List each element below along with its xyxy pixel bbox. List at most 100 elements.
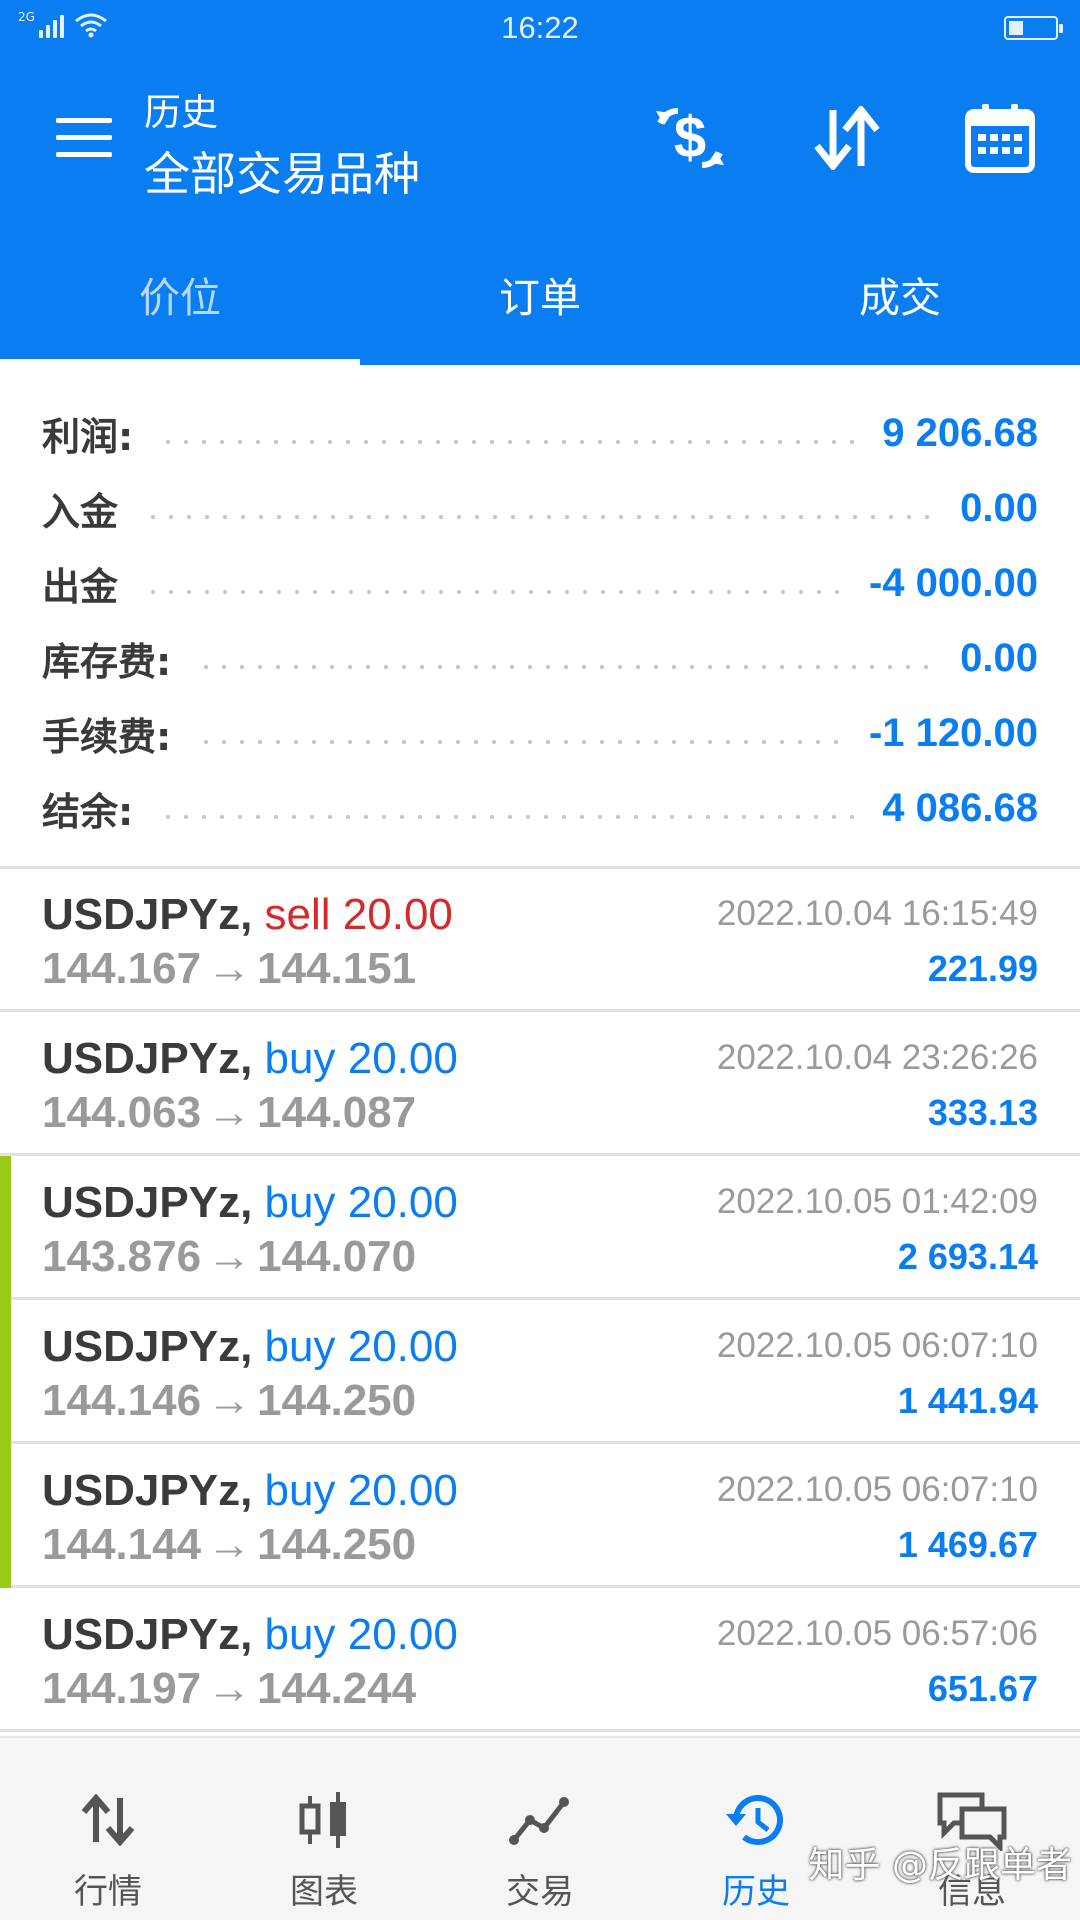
deal-side: buy bbox=[264, 1178, 336, 1227]
menu-icon[interactable] bbox=[56, 118, 112, 158]
nav-trade[interactable]: 交易 bbox=[432, 1738, 648, 1920]
deal-row[interactable]: USDJPYz, buy 20.00 144.146 → 144.250 2022.10… bbox=[0, 1300, 1080, 1444]
trade-line-icon bbox=[508, 1788, 572, 1852]
arrow-right-icon: → bbox=[207, 1664, 252, 1713]
deal-prices: 144.146 → 144.250 bbox=[42, 1376, 416, 1426]
deal-open-price: 144.063 bbox=[42, 1088, 202, 1137]
up-down-arrows-icon bbox=[80, 1788, 136, 1852]
calendar-icon[interactable] bbox=[960, 98, 1040, 178]
summary-value: 0.00 bbox=[960, 636, 1038, 680]
deal-open-price: 144.197 bbox=[42, 1664, 202, 1713]
deal-title: USDJPYz, buy 20.00 bbox=[42, 1178, 458, 1228]
deal-volume: 20.00 bbox=[347, 1466, 458, 1515]
tab-deals[interactable]: 成交 bbox=[720, 222, 1080, 365]
app-bar: 历史 全部交易品种 $ bbox=[0, 58, 1080, 222]
summary-row-swap: 库存费: 0.00 bbox=[0, 621, 1080, 696]
arrow-right-icon: → bbox=[207, 1520, 252, 1569]
summary-label: 利润: bbox=[42, 415, 134, 459]
deal-symbol: USDJPYz, bbox=[42, 1466, 253, 1515]
deal-side: sell bbox=[264, 890, 331, 939]
summary-row-profit: 利润: 9 206.68 bbox=[0, 396, 1080, 471]
nav-label: 图表 bbox=[290, 1872, 358, 1912]
arrow-right-icon: → bbox=[207, 1376, 252, 1425]
deal-profit: 1 469.67 bbox=[897, 1524, 1038, 1565]
summary-row-commission: 手续费: -1 120.00 bbox=[0, 696, 1080, 771]
deal-time: 2022.10.05 01:42:09 bbox=[716, 1182, 1038, 1221]
page-title: 历史 bbox=[144, 91, 218, 134]
summary-value: 4 086.68 bbox=[882, 786, 1038, 830]
deal-volume: 20.00 bbox=[342, 890, 453, 939]
nav-messages[interactable]: 信息 bbox=[864, 1738, 1080, 1920]
deal-open-price: 143.876 bbox=[42, 1232, 202, 1281]
deal-time: 2022.10.04 23:26:26 bbox=[716, 1038, 1038, 1077]
deal-open-price: 144.146 bbox=[42, 1376, 202, 1425]
summary-row-deposit: 入金 0.00 bbox=[0, 471, 1080, 546]
deal-prices: 144.167 → 144.151 bbox=[42, 944, 416, 994]
status-bar: 2G 16:22 bbox=[0, 0, 1080, 58]
nav-label: 交易 bbox=[506, 1872, 574, 1912]
deal-title: USDJPYz, buy 20.00 bbox=[42, 1466, 458, 1516]
deal-prices: 144.144 → 144.250 bbox=[42, 1520, 416, 1570]
summary-value: 0.00 bbox=[960, 486, 1038, 530]
nav-label: 行情 bbox=[74, 1872, 142, 1912]
watermark: 知乎 @反跟单者 bbox=[808, 1845, 1072, 1886]
deal-symbol: USDJPYz, bbox=[42, 1178, 253, 1227]
summary-value: 9 206.68 bbox=[882, 411, 1038, 455]
deal-title: USDJPYz, buy 20.00 bbox=[42, 1034, 458, 1084]
summary-label: 出金 bbox=[42, 565, 119, 609]
tab-positions[interactable]: 价位 bbox=[0, 222, 360, 365]
tab-orders[interactable]: 订单 bbox=[360, 222, 720, 365]
arrow-right-icon: → bbox=[207, 1232, 252, 1281]
nav-quotes[interactable]: 行情 bbox=[0, 1738, 216, 1920]
deal-volume: 20.00 bbox=[347, 1610, 458, 1659]
deal-prices: 144.063 → 144.087 bbox=[42, 1088, 416, 1138]
symbol-filter[interactable]: 全部交易品种 bbox=[144, 138, 420, 204]
arrow-right-icon: → bbox=[207, 944, 252, 993]
deal-time: 2022.10.05 06:07:10 bbox=[716, 1470, 1038, 1509]
deal-open-price: 144.144 bbox=[42, 1520, 202, 1569]
deal-close-price: 144.250 bbox=[257, 1376, 417, 1425]
deal-row[interactable]: USDJPYz, buy 20.00 143.876 → 144.070 2022.10… bbox=[0, 1156, 1080, 1300]
deal-symbol: USDJPYz, bbox=[42, 890, 253, 939]
arrow-right-icon: → bbox=[207, 1088, 252, 1137]
deal-profit: 2 693.14 bbox=[897, 1236, 1038, 1277]
summary-value: -1 120.00 bbox=[868, 711, 1038, 755]
deal-profit: 221.99 bbox=[927, 948, 1038, 989]
deal-profit: 1 441.94 bbox=[897, 1380, 1038, 1421]
candlestick-icon bbox=[296, 1788, 352, 1852]
deal-row[interactable]: USDJPYz, buy 20.00 144.144 → 144.250 2022.10… bbox=[0, 1444, 1080, 1588]
nav-charts[interactable]: 图表 bbox=[216, 1738, 432, 1920]
currency-exchange-icon[interactable]: $ bbox=[650, 98, 730, 178]
deal-close-price: 144.070 bbox=[257, 1232, 417, 1281]
deal-side: buy bbox=[264, 1466, 336, 1515]
deal-profit: 651.67 bbox=[927, 1668, 1038, 1709]
svg-text:$: $ bbox=[674, 105, 706, 170]
summary-value: -4 000.00 bbox=[868, 561, 1038, 605]
summary-label: 结余: bbox=[42, 790, 134, 834]
sort-icon[interactable] bbox=[806, 98, 886, 178]
deal-volume: 20.00 bbox=[347, 1178, 458, 1227]
battery-icon bbox=[1004, 16, 1063, 40]
deal-time: 2022.10.05 06:07:10 bbox=[716, 1326, 1038, 1365]
nav-label: 历史 bbox=[722, 1872, 790, 1912]
deal-title: USDJPYz, buy 20.00 bbox=[42, 1322, 458, 1372]
deal-close-price: 144.151 bbox=[257, 944, 417, 993]
summary-panel: 利润: 9 206.68 入金 0.00 出金 -4 000.00 库存费: 0… bbox=[0, 396, 1080, 846]
summary-label: 入金 bbox=[42, 490, 119, 534]
deal-prices: 143.876 → 144.070 bbox=[42, 1232, 416, 1282]
deal-row[interactable]: USDJPYz, buy 20.00 144.197 → 144.244 2022.10… bbox=[0, 1588, 1080, 1732]
deal-time: 2022.10.04 16:15:49 bbox=[716, 894, 1038, 933]
deal-profit: 333.13 bbox=[927, 1092, 1038, 1133]
nav-history[interactable]: 历史 bbox=[648, 1738, 864, 1920]
deal-row[interactable]: USDJPYz, buy 20.00 144.063 → 144.087 2022.10… bbox=[0, 1012, 1080, 1156]
deal-close-price: 144.087 bbox=[257, 1088, 417, 1137]
history-clock-icon bbox=[724, 1788, 788, 1852]
summary-label: 库存费: bbox=[42, 640, 172, 684]
summary-label: 手续费: bbox=[42, 715, 172, 759]
deal-row[interactable]: USDJPYz, sell 20.00 144.167 → 144.151 2022.1… bbox=[0, 868, 1080, 1012]
deal-open-price: 144.167 bbox=[42, 944, 202, 993]
summary-row-balance: 结余: 4 086.68 bbox=[0, 771, 1080, 846]
deal-volume: 20.00 bbox=[347, 1322, 458, 1371]
deal-side: buy bbox=[264, 1322, 336, 1371]
deal-prices: 144.197 → 144.244 bbox=[42, 1664, 416, 1714]
